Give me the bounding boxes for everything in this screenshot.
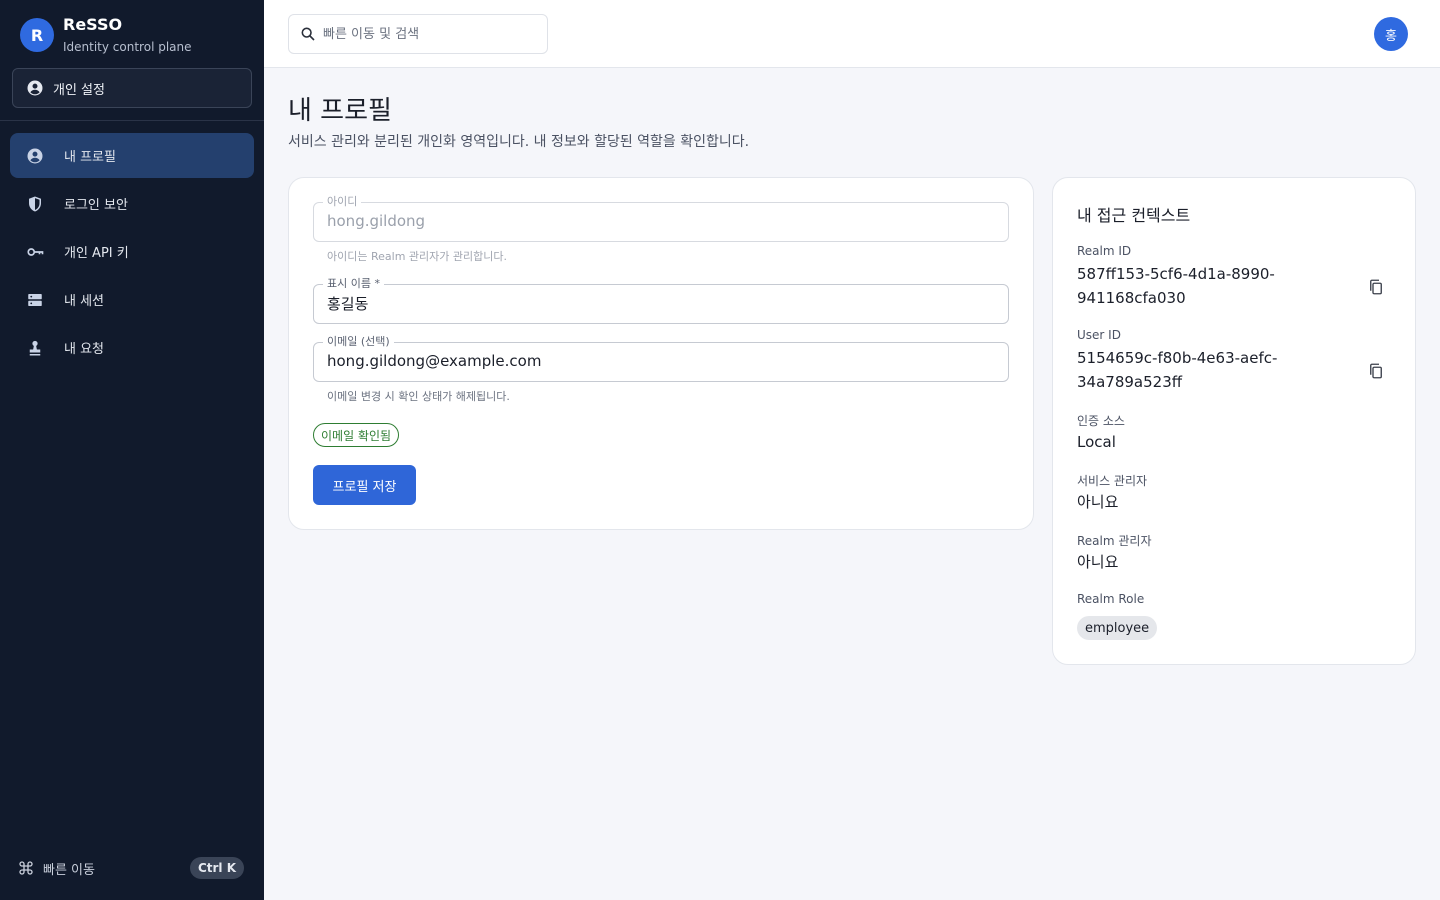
username-helper: 아이디는 Realm 관리자가 관리합니다. (327, 250, 507, 263)
search-input[interactable] (323, 26, 523, 42)
sidebar-item-label: 개인 API 키 (64, 246, 129, 261)
copy-icon[interactable] (1367, 278, 1385, 296)
realm-id-value: 587ff153-5cf6-4d1a-8990-941168cfa030 (1077, 265, 1275, 307)
personal-settings-button[interactable]: 개인 설정 (12, 68, 252, 108)
username-input (327, 212, 997, 230)
display-name-input[interactable] (327, 294, 997, 312)
realm-admin-label: Realm 관리자 (1077, 534, 1152, 548)
sidebar-item-my-profile[interactable]: 내 프로필 (10, 133, 254, 178)
topbar: 홍 (264, 0, 1440, 68)
sidebar-item-label: 내 세션 (64, 294, 105, 309)
auth-source-label: 인증 소스 (1077, 414, 1125, 428)
display-name-field[interactable]: 표시 이름 * (313, 277, 1009, 324)
sidebar-nav: 내 프로필 로그인 보안 개인 API 키 내 세션 내 요청 (10, 133, 254, 373)
command-icon (19, 861, 33, 875)
storage-icon (28, 293, 42, 306)
brand: R ReSSO Identity control plane (20, 16, 192, 54)
email-helper: 이메일 변경 시 확인 상태가 해제됩니다. (327, 390, 510, 403)
email-label: 이메일 (선택) (323, 335, 394, 349)
sidebar-divider (0, 120, 264, 121)
sidebar-item-my-sessions[interactable]: 내 세션 (10, 277, 254, 322)
display-name-label: 표시 이름 * (323, 277, 384, 291)
sidebar: R ReSSO Identity control plane 개인 설정 내 프… (0, 0, 264, 900)
sidebar-item-label: 내 요청 (64, 342, 105, 357)
brand-logo: R (20, 18, 54, 52)
access-context-card: 내 접근 컨텍스트 Realm ID 587ff153-5cf6-4d1a-89… (1052, 177, 1416, 665)
sidebar-item-my-requests[interactable]: 내 요청 (10, 325, 254, 370)
auth-source-value: Local (1077, 433, 1116, 451)
username-field: 아이디 (313, 195, 1009, 242)
realm-role-chip: employee (1077, 616, 1158, 640)
save-profile-button[interactable]: 프로필 저장 (313, 465, 416, 505)
page-title: 내 프로필 (288, 96, 392, 126)
copy-icon[interactable] (1367, 362, 1385, 380)
sidebar-item-label: 내 프로필 (64, 150, 116, 165)
sidebar-item-personal-api-key[interactable]: 개인 API 키 (10, 229, 254, 274)
realm-role-label: Realm Role (1077, 592, 1145, 606)
quick-jump-button[interactable]: 빠른 이동 Ctrl K (18, 856, 244, 880)
sidebar-item-login-security[interactable]: 로그인 보안 (10, 181, 254, 226)
user-id-label: User ID (1077, 328, 1121, 342)
account-circle-icon (27, 148, 43, 163)
user-avatar[interactable]: 홍 (1374, 17, 1408, 51)
service-admin-value: 아니요 (1077, 493, 1119, 511)
shortcut-badge: Ctrl K (189, 857, 244, 879)
stamp-icon (29, 340, 41, 355)
email-field[interactable]: 이메일 (선택) (313, 335, 1009, 382)
access-context-title: 내 접근 컨텍스트 (1077, 206, 1191, 225)
email-input[interactable] (327, 352, 997, 370)
realm-admin-value: 아니요 (1077, 553, 1119, 571)
realm-id-label: Realm ID (1077, 244, 1132, 258)
sidebar-item-label: 로그인 보안 (64, 198, 128, 213)
brand-subtitle: Identity control plane (63, 40, 192, 54)
quick-jump-label: 빠른 이동 (43, 862, 95, 878)
account-circle-icon (27, 80, 43, 96)
page-description: 서비스 관리와 분리된 개인화 영역입니다. 내 정보와 할당된 역할을 확인합… (288, 134, 750, 150)
search-box[interactable] (288, 14, 548, 54)
search-icon (301, 27, 315, 41)
username-label: 아이디 (323, 195, 362, 209)
brand-name: ReSSO (63, 15, 123, 34)
key-icon (27, 247, 44, 256)
service-admin-label: 서비스 관리자 (1077, 474, 1148, 488)
profile-form-card: 아이디 아이디는 Realm 관리자가 관리합니다. 표시 이름 * 이메일 (… (288, 177, 1034, 530)
user-id-value: 5154659c-f80b-4e63-aefc-34a789a523ff (1077, 349, 1278, 391)
personal-settings-label: 개인 설정 (53, 82, 105, 98)
email-verified-badge: 이메일 확인됨 (313, 423, 400, 447)
shield-icon (29, 196, 41, 211)
